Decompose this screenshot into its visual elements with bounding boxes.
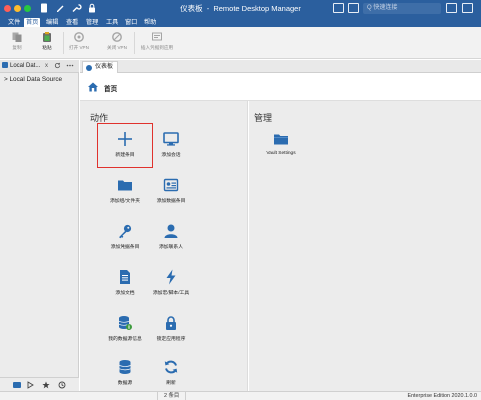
insert-credentials-icon <box>152 32 162 41</box>
main-content: 仪表板 首页 动作 新建条目 添加会话 添加组/文件夹 添加数据条目 添加凭据条… <box>80 60 481 391</box>
star-icon[interactable] <box>42 381 50 389</box>
tree-item-local-data-source[interactable]: > Local Data Source <box>4 76 62 83</box>
dashboard-icon <box>86 65 92 71</box>
vault-settings-label: Vault Settings <box>266 151 296 156</box>
data-entry-icon <box>163 178 179 192</box>
sidebar-tab-close[interactable]: x <box>45 62 48 71</box>
lock-application-label: 锁定应用程序 <box>156 337 186 342</box>
window-title-separator: - <box>206 4 210 13</box>
home-icon <box>88 82 98 92</box>
contact-icon <box>164 224 178 238</box>
edition-label: Enterprise Edition 2020.1.0.0 <box>407 393 477 399</box>
insert-credentials-label: 插入凭据到应用 <box>140 45 174 50</box>
menu-edit[interactable]: 编辑 <box>44 18 60 27</box>
copy-icon <box>12 32 22 42</box>
sidebar-bottom-bar <box>0 377 79 391</box>
lock-icon <box>166 316 176 330</box>
folder-icon[interactable] <box>13 382 21 388</box>
quick-connect-search[interactable]: Q 快速连接 <box>363 3 441 14</box>
datasource-icon <box>119 360 131 374</box>
ribbon-separator <box>63 32 64 54</box>
refresh-label: 刷新 <box>166 381 176 386</box>
menu-view[interactable]: 查看 <box>64 18 80 27</box>
add-data-entry-label: 添加数据条目 <box>156 199 186 204</box>
sidebar-tab-local-data-source[interactable]: Local Dat... <box>2 62 40 71</box>
play-icon[interactable] <box>26 381 34 389</box>
open-vpn-button[interactable]: 打开 VPN <box>66 31 92 55</box>
split-view-icon[interactable] <box>446 3 457 13</box>
datasource-icon <box>2 62 8 68</box>
menu-window[interactable]: 窗口 <box>123 18 139 27</box>
manage-section-title: 管理 <box>254 113 273 123</box>
sidebar-toggle-icon[interactable] <box>348 3 359 13</box>
window-title-view: 仪表板 <box>180 4 203 13</box>
menu-tools[interactable]: 工具 <box>104 18 120 27</box>
sidebar-tab-strip: Local Dat... x <box>0 60 79 73</box>
refresh-icon[interactable] <box>54 62 61 73</box>
sidebar-tab-label: Local Dat... <box>10 63 41 69</box>
close-vpn-button[interactable]: 关闭 VPN <box>104 31 130 55</box>
menu-home[interactable]: 首页 <box>24 18 41 27</box>
add-contact-button[interactable]: 添加联系人 <box>141 223 201 259</box>
lock-application-button[interactable]: 锁定应用程序 <box>141 315 201 351</box>
plus-icon <box>118 132 132 146</box>
folder-icon <box>118 180 132 191</box>
menu-file[interactable]: 文件 <box>6 18 22 27</box>
paste-icon <box>43 32 51 42</box>
window-title-app: Remote Desktop Manager <box>213 4 301 13</box>
ribbon-toolbar: 复制 粘贴 打开 VPN 关闭 VPN 插入凭据到应用 <box>0 27 481 59</box>
tab-dashboard-label: 仪表板 <box>95 64 114 70</box>
menu-bar: 文件 首页 编辑 查看 管理 工具 窗口 帮助 <box>0 17 481 27</box>
menu-manage[interactable]: 管理 <box>84 18 100 27</box>
add-macro-script-tool-button[interactable]: 添加宏/脚本/工具 <box>141 269 201 305</box>
title-bar: 仪表板 - Remote Desktop Manager Q 快速连接 <box>0 0 481 17</box>
macro-script-icon <box>166 269 176 285</box>
close-vpn-label: 关闭 VPN <box>107 45 127 50</box>
history-icon[interactable] <box>58 381 66 389</box>
status-bar: 2 条目 Enterprise Edition 2020.1.0.0 <box>0 391 481 400</box>
entry-count: 2 条目 <box>157 392 187 400</box>
open-vpn-label: 打开 VPN <box>69 45 89 50</box>
open-vpn-icon <box>74 32 84 42</box>
panel-toggle-icon[interactable] <box>462 3 473 13</box>
add-session-button[interactable]: 添加会话 <box>141 131 201 167</box>
copy-button[interactable]: 复制 <box>4 31 30 55</box>
add-contact-label: 添加联系人 <box>159 245 183 250</box>
ribbon-separator <box>134 32 135 54</box>
close-vpn-icon <box>112 32 122 42</box>
navigation-sidebar: Local Dat... x > Local Data Source <box>0 60 79 391</box>
document-tab-strip: 仪表板 <box>80 60 481 73</box>
layout-panels-icon[interactable] <box>333 3 344 13</box>
vault-folder-icon <box>274 134 288 145</box>
refresh-button[interactable]: 刷新 <box>141 359 201 395</box>
vault-settings-button[interactable]: Vault Settings <box>253 131 309 167</box>
menu-help[interactable]: 帮助 <box>142 18 158 27</box>
copy-label: 复制 <box>12 45 22 50</box>
document-icon <box>120 270 130 284</box>
datasource-info-icon <box>118 316 132 330</box>
paste-button[interactable]: 粘贴 <box>34 31 60 55</box>
manage-pane: 管理 Vault Settings <box>249 101 481 391</box>
refresh-icon <box>164 360 178 374</box>
monitor-icon <box>163 132 179 146</box>
add-data-entry-button[interactable]: 添加数据条目 <box>141 177 201 213</box>
insert-credentials-button[interactable]: 插入凭据到应用 <box>140 31 174 55</box>
paste-label: 粘贴 <box>42 45 52 50</box>
add-session-label: 添加会话 <box>161 153 181 158</box>
actions-pane: 动作 新建条目 添加会话 添加组/文件夹 添加数据条目 添加凭据条目 添加联系人 <box>80 101 248 391</box>
key-icon <box>119 224 132 239</box>
tab-dashboard[interactable]: 仪表板 <box>82 61 119 73</box>
add-macro-script-tool-label: 添加宏/脚本/工具 <box>152 291 190 296</box>
home-header: 首页 <box>80 73 481 101</box>
more-options-icon[interactable] <box>66 62 74 73</box>
page-title: 首页 <box>104 86 118 93</box>
